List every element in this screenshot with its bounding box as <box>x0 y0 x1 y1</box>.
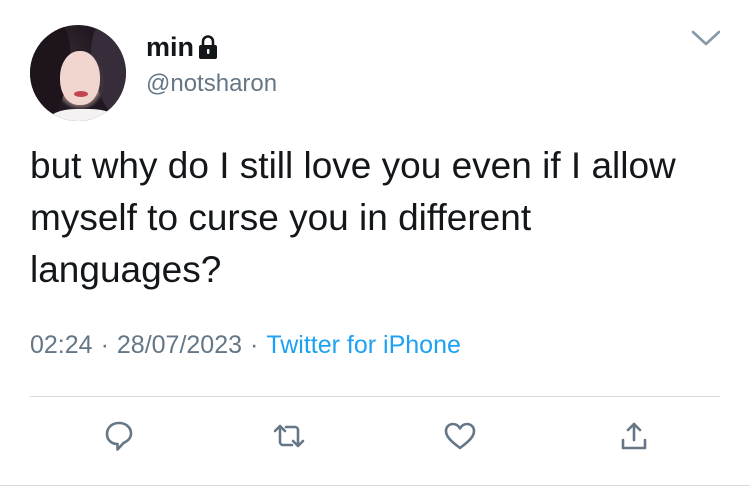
action-bar <box>0 418 750 462</box>
reply-button[interactable] <box>99 418 139 458</box>
tweet-meta: 02:24 · 28/07/2023 · Twitter for iPhone <box>30 331 461 360</box>
avatar-shirt <box>48 109 118 121</box>
heart-icon <box>443 421 477 456</box>
author-name-row: min <box>146 30 219 64</box>
meta-separator: · <box>100 331 109 359</box>
tweet-source-link[interactable]: Twitter for iPhone <box>266 331 461 360</box>
divider <box>30 396 720 397</box>
avatar[interactable] <box>30 25 126 121</box>
tweet-date[interactable]: 28/07/2023 <box>117 331 242 360</box>
bottom-divider <box>0 485 750 486</box>
author-handle[interactable]: @notsharon <box>146 70 277 98</box>
avatar-lips <box>74 91 88 97</box>
reply-icon <box>104 420 134 457</box>
author-name[interactable]: min <box>146 32 194 63</box>
share-button[interactable] <box>614 418 654 458</box>
like-button[interactable] <box>440 418 480 458</box>
chevron-down-icon[interactable] <box>690 28 722 48</box>
retweet-icon <box>272 421 306 456</box>
lock-icon <box>197 34 219 60</box>
share-icon <box>619 420 649 457</box>
tweet-text: but why do I still love you even if I al… <box>30 145 676 290</box>
meta-separator: · <box>250 331 259 359</box>
tweet-time[interactable]: 02:24 <box>30 331 93 360</box>
retweet-button[interactable] <box>269 418 309 458</box>
tweet-card: min @notsharon but why do I still love y… <box>0 0 750 488</box>
